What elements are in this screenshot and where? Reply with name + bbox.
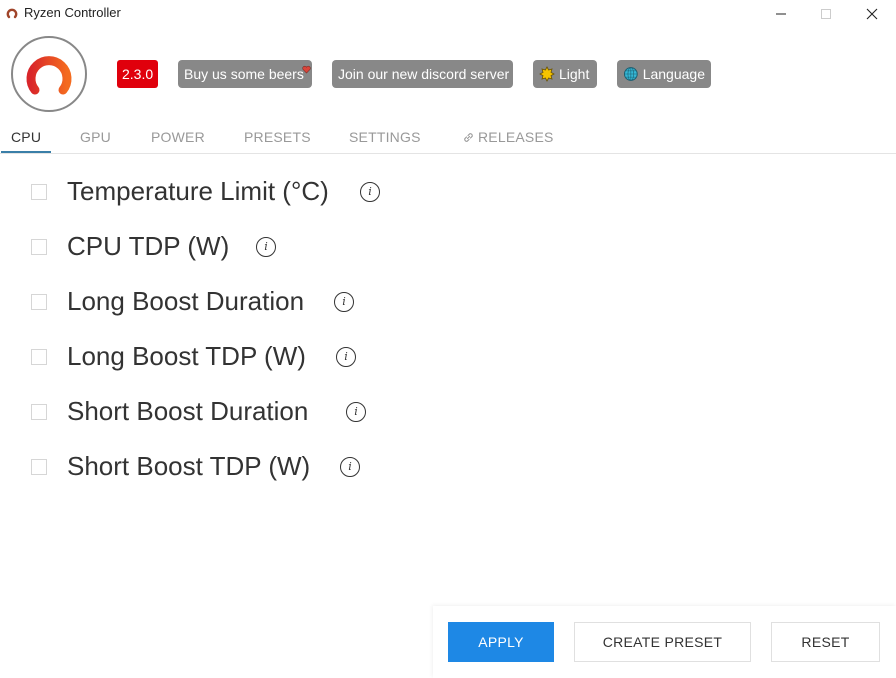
setting-label: Short Boost TDP (W): [67, 451, 311, 481]
tab-cpu[interactable]: CPU: [11, 129, 41, 145]
tab-presets[interactable]: PRESETS: [244, 129, 311, 145]
setting-label: Short Boost Duration: [67, 396, 309, 426]
short-boost-duration-checkbox[interactable]: [31, 403, 47, 420]
maximize-button[interactable]: [803, 0, 849, 28]
info-icon[interactable]: i: [256, 236, 276, 257]
tab-bar: CPU GPU POWER PRESETS SETTINGS RELEASES: [0, 120, 896, 154]
info-icon[interactable]: i: [346, 401, 366, 422]
heart-icon: [302, 65, 311, 74]
info-icon[interactable]: i: [336, 346, 356, 367]
tab-releases[interactable]: RELEASES: [462, 129, 554, 145]
link-icon: [464, 132, 473, 142]
app-icon: [6, 8, 18, 19]
buy-beers-button[interactable]: Buy us some beers: [178, 60, 312, 88]
short-boost-tdp-checkbox[interactable]: [31, 458, 47, 475]
setting-label: Long Boost TDP (W): [67, 341, 306, 371]
window-title: Ryzen Controller: [24, 5, 121, 20]
tab-power[interactable]: POWER: [151, 129, 205, 145]
info-icon[interactable]: i: [334, 291, 354, 312]
theme-label: Light: [559, 66, 590, 82]
theme-toggle-button[interactable]: Light: [533, 60, 597, 88]
setting-label: CPU TDP (W): [67, 231, 230, 261]
action-bar: APPLY CREATE PRESET RESET: [433, 606, 896, 678]
long-boost-duration-checkbox[interactable]: [31, 293, 47, 310]
close-icon: [866, 8, 878, 20]
cpu-tdp-checkbox[interactable]: [31, 238, 47, 255]
active-tab-indicator: [1, 151, 51, 153]
maximize-icon: [821, 9, 831, 19]
temperature-limit-checkbox[interactable]: [31, 183, 47, 200]
long-boost-tdp-checkbox[interactable]: [31, 348, 47, 365]
ryzen-logo-icon: [26, 56, 72, 95]
setting-label: Long Boost Duration: [67, 286, 305, 316]
buy-beers-label: Buy us some beers: [184, 66, 304, 82]
create-preset-button[interactable]: CREATE PRESET: [574, 622, 751, 662]
info-icon[interactable]: i: [360, 181, 380, 202]
minimize-icon: [776, 13, 786, 15]
title-bar: Ryzen Controller: [0, 0, 896, 28]
close-button[interactable]: [849, 0, 895, 28]
info-icon[interactable]: i: [340, 456, 360, 477]
tab-gpu[interactable]: GPU: [80, 129, 111, 145]
minimize-button[interactable]: [758, 0, 804, 28]
discord-button[interactable]: Join our new discord server: [332, 60, 513, 88]
setting-label: Temperature Limit (°C): [67, 176, 329, 206]
sun-icon: [539, 66, 555, 82]
apply-button[interactable]: APPLY: [448, 622, 554, 662]
globe-icon: [623, 67, 638, 81]
language-button[interactable]: Language: [617, 60, 711, 88]
tab-releases-label: RELEASES: [478, 129, 554, 145]
tab-settings[interactable]: SETTINGS: [349, 129, 421, 145]
version-badge: 2.3.0: [117, 60, 159, 88]
reset-button[interactable]: RESET: [771, 622, 880, 662]
app-logo: [11, 36, 87, 112]
language-label: Language: [642, 66, 705, 82]
discord-label: Join our new discord server: [338, 66, 510, 82]
